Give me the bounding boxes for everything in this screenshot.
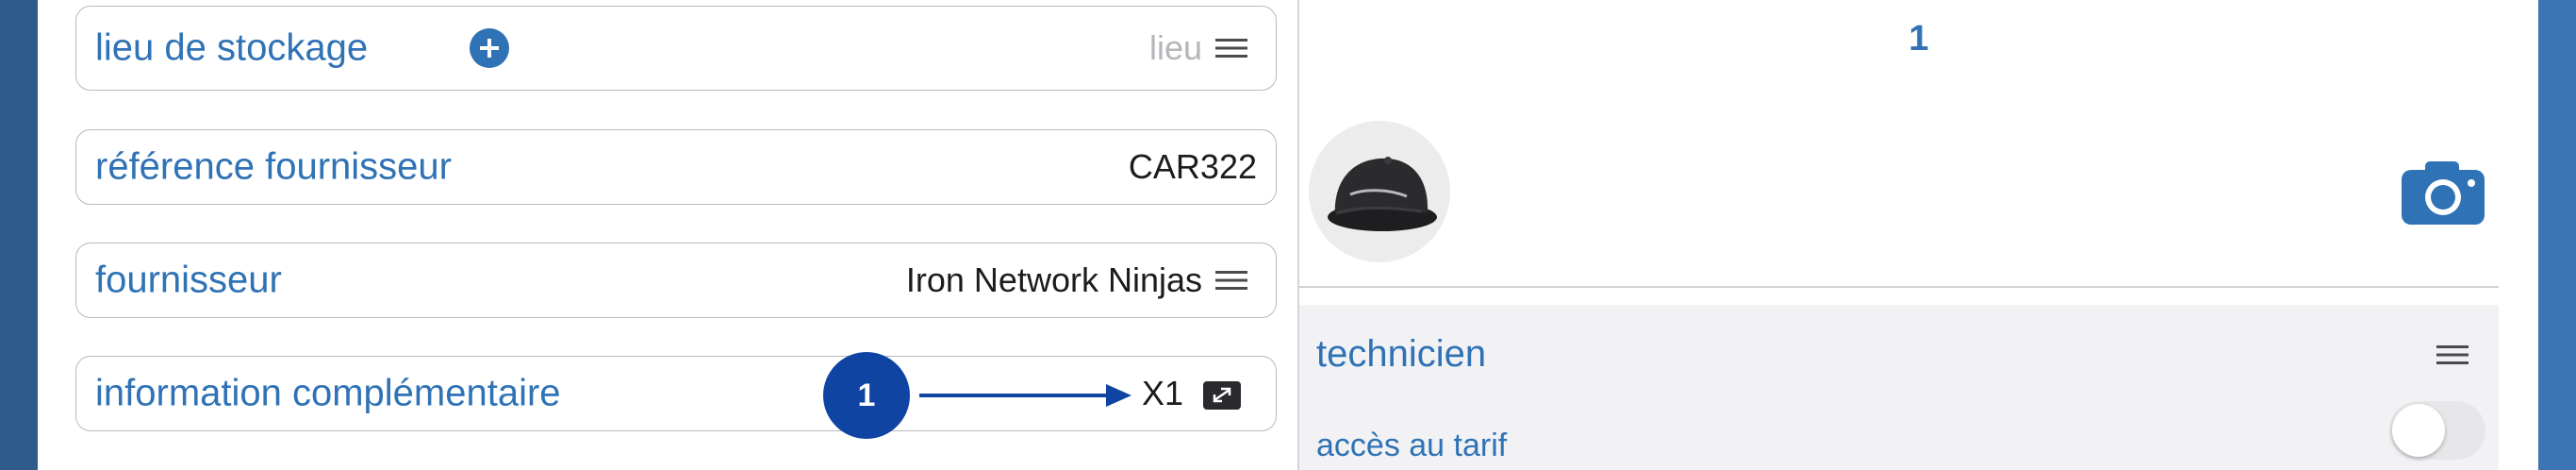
annotation-badge: 1 xyxy=(823,352,910,439)
additional-info-value: X1 xyxy=(1141,374,1183,412)
tariff-access-toggle[interactable] xyxy=(2389,401,2485,460)
supplier-label: fournisseur xyxy=(95,259,282,301)
tariff-access-label: accès au tarif xyxy=(1316,428,1508,463)
storage-location-placeholder: lieu xyxy=(1148,28,1202,67)
supplier-reference-field[interactable]: référence fournisseur CAR322 xyxy=(75,129,1277,205)
product-photo[interactable] xyxy=(1309,121,1450,262)
list-menu-icon[interactable] xyxy=(1215,270,1247,291)
additional-info-label: information complémentaire xyxy=(95,372,561,414)
section-divider xyxy=(1299,286,2499,288)
camera-icon[interactable] xyxy=(2402,159,2485,225)
item-counter: 1 xyxy=(1908,19,1929,59)
toggle-knob xyxy=(2392,404,2445,457)
cap-image xyxy=(1328,157,1437,231)
left-edge-background xyxy=(0,0,38,470)
right-edge-background xyxy=(2538,0,2576,470)
technician-section: technicien accès au tarif xyxy=(1299,305,2499,470)
supplier-value: Iron Network Ninjas xyxy=(905,260,1202,299)
storage-location-label: lieu de stockage xyxy=(95,26,369,69)
annotation-arrow-icon xyxy=(919,384,1131,407)
list-menu-icon[interactable] xyxy=(1215,38,1247,59)
supplier-field[interactable]: fournisseur Iron Network Ninjas xyxy=(75,243,1277,318)
storage-location-field[interactable]: lieu de stockage lieu xyxy=(75,6,1277,91)
plus-icon xyxy=(480,39,499,58)
add-storage-location-button[interactable] xyxy=(470,28,509,68)
list-menu-icon[interactable] xyxy=(2436,344,2469,365)
technician-title: technicien xyxy=(1316,333,1487,375)
supplier-reference-label: référence fournisseur xyxy=(95,145,452,188)
expand-info-icon[interactable] xyxy=(1203,381,1241,410)
supplier-reference-value: CAR322 xyxy=(1128,147,1257,186)
